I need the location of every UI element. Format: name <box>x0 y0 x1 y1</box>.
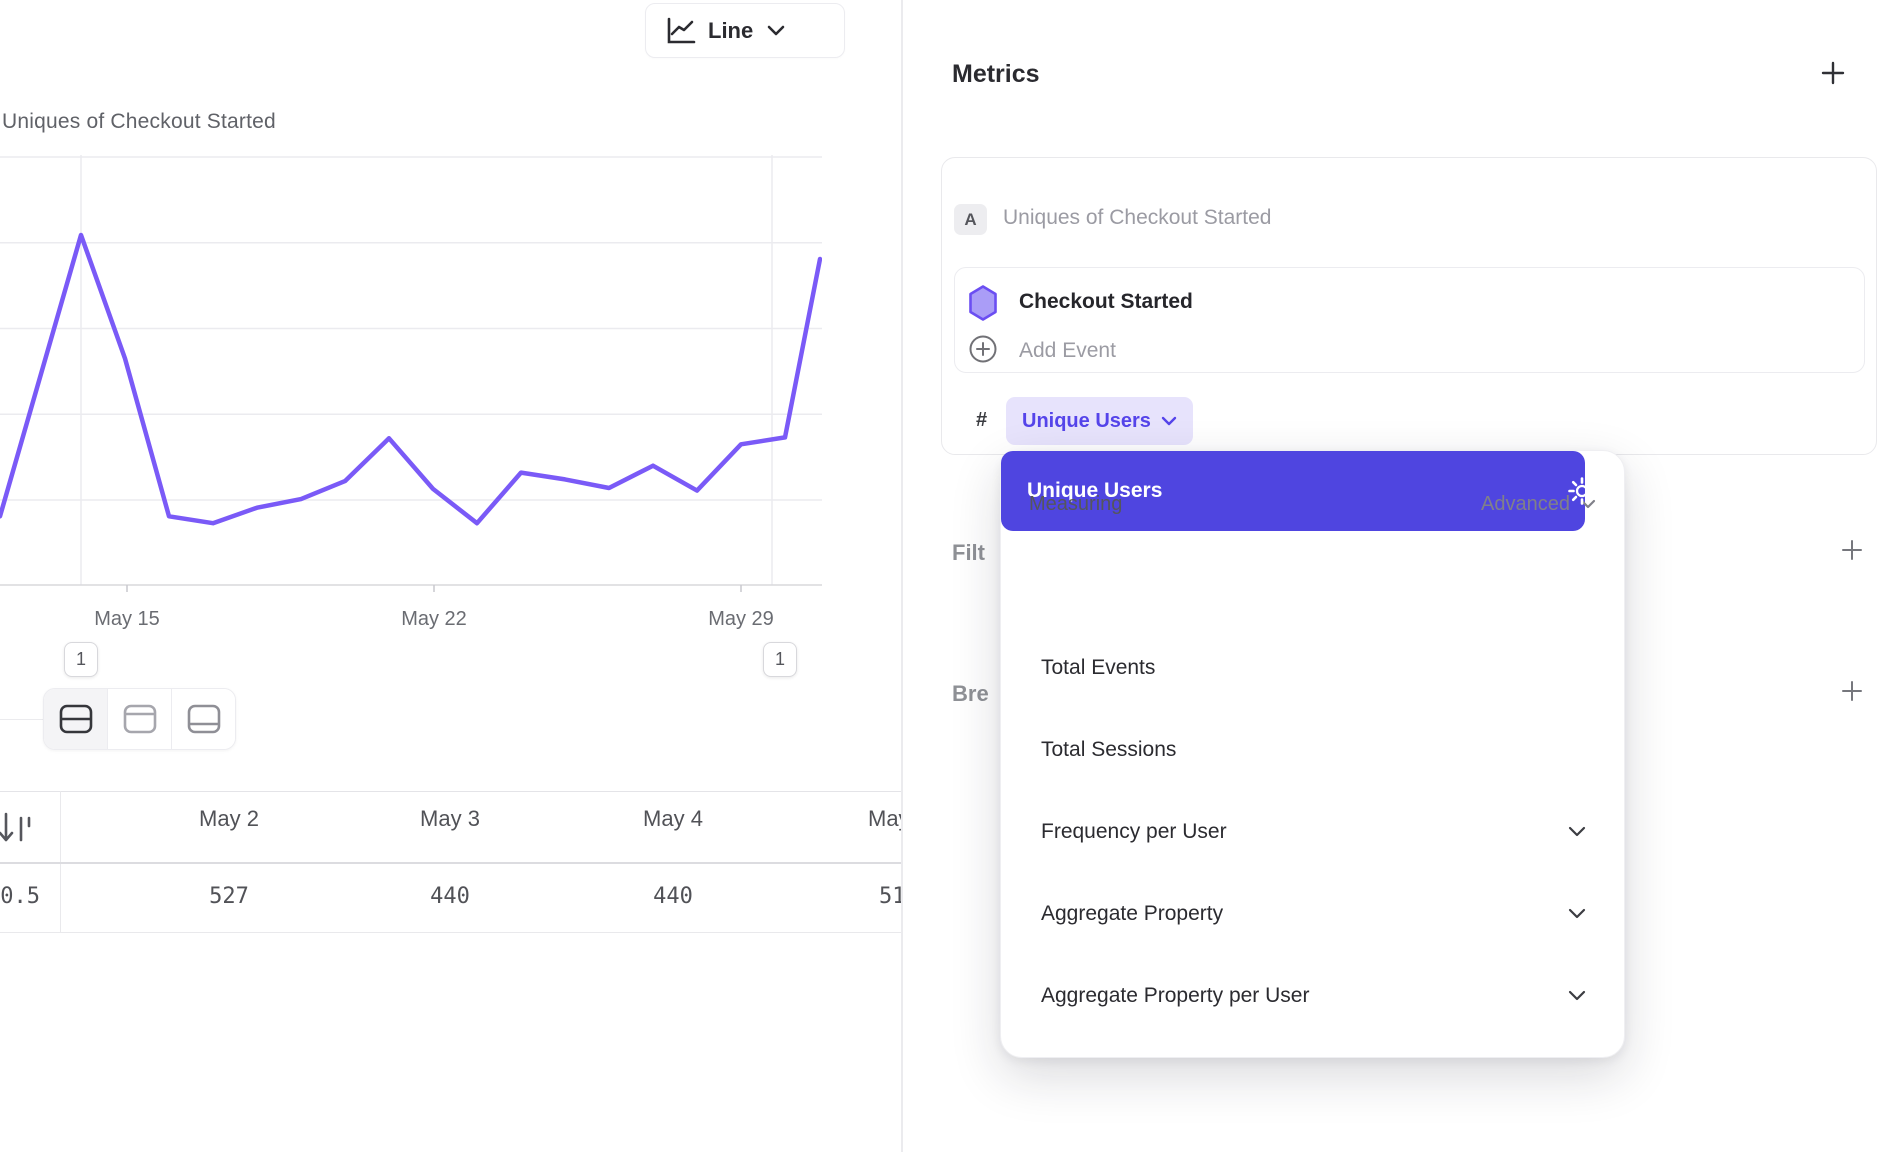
chart-type-button[interactable]: Line <box>645 3 845 58</box>
line-chart[interactable] <box>0 155 822 595</box>
dropdown-item-list: Total Events Total Sessions Frequency per … <box>1001 627 1626 1037</box>
measurement-chip-label: Unique Users <box>1022 410 1151 433</box>
dropdown-item-frequency-per-user[interactable]: Frequency per User <box>1001 791 1626 873</box>
table-row-border <box>0 932 901 933</box>
layout-toggle-bottom-bar[interactable] <box>171 689 235 749</box>
add-breakdown-plus-icon[interactable] <box>1840 679 1864 703</box>
report-left-panel: Line Uniques of Checkout Started May 15 M… <box>0 0 901 1152</box>
table-header-cell[interactable]: May 4 <box>643 806 703 832</box>
bottom-bar-layout-icon <box>186 703 222 735</box>
table-value-cell: 527 <box>209 884 249 909</box>
dropdown-item-label: Frequency per User <box>1041 820 1227 844</box>
series-title: Uniques of Checkout Started <box>1003 206 1272 230</box>
table-top-border <box>0 791 901 792</box>
dropdown-item-total-events[interactable]: Total Events <box>1001 627 1626 709</box>
panel-divider <box>901 0 903 1152</box>
metric-card: A Uniques of Checkout Started Checkout S… <box>941 157 1877 455</box>
x-tick-label: May 29 <box>708 608 774 631</box>
event-card[interactable]: Checkout Started Add Event <box>954 267 1865 373</box>
chart-title: Uniques of Checkout Started <box>2 110 276 134</box>
chevron-down-icon <box>1568 990 1586 1002</box>
measurement-hash-prefix: # <box>976 409 987 432</box>
series-letter: A <box>964 210 976 230</box>
layout-toggle-top-bar[interactable] <box>107 689 171 749</box>
dropdown-item-label: Total Sessions <box>1041 738 1176 762</box>
annotation-count: 1 <box>775 649 785 670</box>
table-header-cell[interactable]: May 3 <box>420 806 480 832</box>
dropdown-item-unique-users-selected[interactable]: Unique Users <box>1001 451 1585 531</box>
annotation-marker-right[interactable]: 1 <box>763 642 797 677</box>
event-hexagon-icon <box>968 284 998 322</box>
table-cell-average: 0.5 <box>0 884 40 909</box>
table-header-cell[interactable]: May 2 <box>199 806 259 832</box>
dropdown-item-aggregate-property-per-user[interactable]: Aggregate Property per User <box>1001 955 1626 1037</box>
section-divider <box>0 719 43 720</box>
filters-section-title: Filt <box>952 540 1001 566</box>
top-bar-layout-icon <box>122 703 158 735</box>
chevron-down-icon <box>1161 416 1177 427</box>
add-event-icon[interactable] <box>968 334 998 364</box>
dropdown-item-label: Aggregate Property <box>1041 902 1223 926</box>
series-line <box>0 235 820 523</box>
x-tick-label: May 22 <box>401 608 467 631</box>
event-name[interactable]: Checkout Started <box>1019 290 1193 314</box>
dropdown-item-label: Total Events <box>1041 656 1155 680</box>
chart-type-label: Line <box>708 18 753 44</box>
series-letter-badge: A <box>954 204 987 235</box>
sort-descending-icon[interactable] <box>0 810 40 850</box>
x-tick-label: May 15 <box>94 608 160 631</box>
measurement-chip[interactable]: Unique Users <box>1006 397 1193 445</box>
dropdown-item-aggregate-property[interactable]: Aggregate Property <box>1001 873 1626 955</box>
chevron-down-icon <box>1568 908 1586 920</box>
dropdown-item-label: Aggregate Property per User <box>1041 984 1309 1008</box>
layout-toggle-split-rows[interactable] <box>44 689 107 749</box>
breakdowns-section-title: Bre <box>952 681 1001 707</box>
measuring-dropdown: Measuring Advanced Unique Users Total Ev… <box>1000 450 1625 1058</box>
annotation-marker-left[interactable]: 1 <box>64 642 98 677</box>
advanced-mode-label: Advanced <box>1481 493 1570 516</box>
table-value-cell: 51 <box>879 884 901 909</box>
table-header-border <box>0 862 901 864</box>
layout-toggle-group <box>43 688 236 750</box>
measuring-label: Measuring <box>1029 493 1122 516</box>
gear-icon[interactable] <box>1566 475 1598 507</box>
table-value-cell: 440 <box>653 884 693 909</box>
add-filter-plus-icon[interactable] <box>1840 538 1864 562</box>
line-chart-icon <box>666 17 696 45</box>
chevron-down-icon <box>767 25 785 37</box>
add-metric-plus-icon[interactable] <box>1820 60 1846 86</box>
table-header-cell[interactable]: May <box>868 806 901 832</box>
add-event-label[interactable]: Add Event <box>1019 339 1116 363</box>
table-value-cell: 440 <box>430 884 470 909</box>
dropdown-item-total-sessions[interactable]: Total Sessions <box>1001 709 1626 791</box>
split-rows-icon <box>58 703 94 735</box>
metrics-section-title: Metrics <box>952 60 1040 89</box>
annotation-count: 1 <box>76 649 86 670</box>
chevron-down-icon <box>1568 826 1586 838</box>
